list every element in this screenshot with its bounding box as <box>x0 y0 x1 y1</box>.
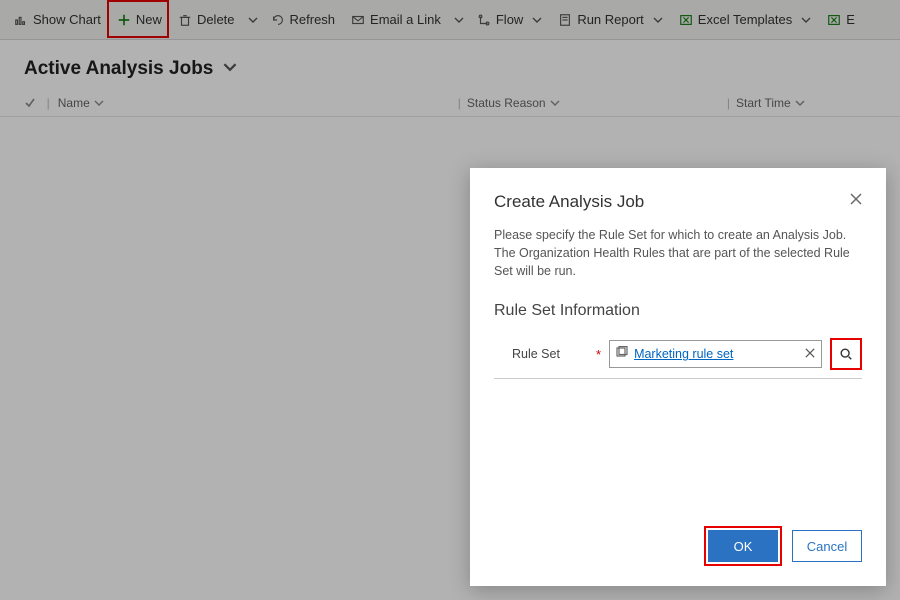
dialog-footer: OK Cancel <box>494 526 862 566</box>
rule-set-clear-button[interactable] <box>805 345 815 363</box>
rule-set-label: Rule Set <box>494 347 588 361</box>
cancel-label: Cancel <box>807 539 847 554</box>
cancel-button[interactable]: Cancel <box>792 530 862 562</box>
required-indicator: * <box>596 347 601 362</box>
ok-button[interactable]: OK <box>708 530 778 562</box>
rule-set-value[interactable]: Marketing rule set <box>634 347 799 361</box>
ok-label: OK <box>734 539 753 554</box>
rule-set-lookup[interactable]: Marketing rule set <box>609 340 822 368</box>
highlight-ok: OK <box>704 526 782 566</box>
rule-set-field-row: Rule Set * Marketing rule set <box>494 338 862 379</box>
dialog-close-button[interactable] <box>850 192 862 208</box>
create-analysis-job-dialog: Create Analysis Job Please specify the R… <box>470 168 886 586</box>
highlight-search <box>830 338 862 370</box>
dialog-description: Please specify the Rule Set for which to… <box>494 226 862 280</box>
dialog-section-title: Rule Set Information <box>494 302 862 320</box>
rule-set-search-button[interactable] <box>832 340 860 368</box>
entity-icon <box>616 345 628 363</box>
dialog-title: Create Analysis Job <box>494 192 644 212</box>
